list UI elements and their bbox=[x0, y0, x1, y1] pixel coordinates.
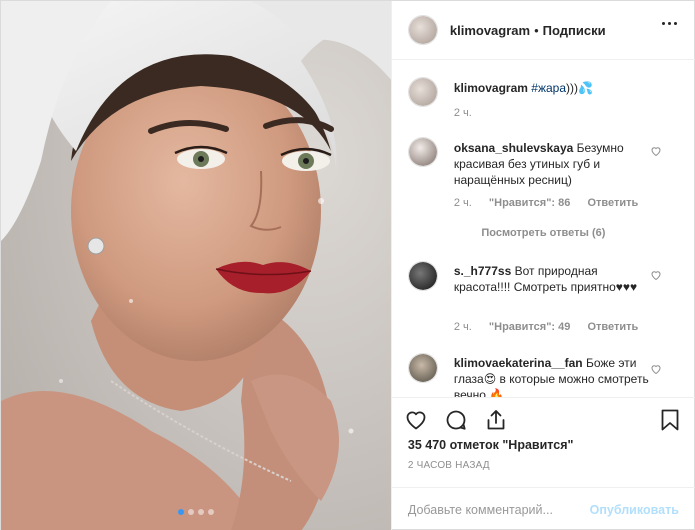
carousel-dot bbox=[197, 509, 204, 515]
header-separator: • bbox=[534, 22, 539, 38]
reply-button[interactable]: Ответить bbox=[587, 197, 638, 209]
comment-text: s._h777ss Вот природная красота!!!! Смот… bbox=[454, 263, 650, 295]
comment-username[interactable]: klimovaekaterina__fan bbox=[454, 356, 583, 370]
post-side-panel: klimovagram • Подписки klimovagram #жара… bbox=[390, 1, 695, 530]
comment-time[interactable]: 2 ч. bbox=[454, 321, 472, 333]
carousel-indicator bbox=[1, 509, 391, 515]
caption-meta: 2 ч. bbox=[454, 107, 486, 119]
heart-icon[interactable] bbox=[404, 408, 428, 432]
instagram-post: klimovagram • Подписки klimovagram #жара… bbox=[0, 0, 695, 530]
post-actions: 35 470 отметок "Нравится" 2 ЧАСОВ НАЗАД bbox=[391, 397, 695, 487]
caption-text: klimovagram #жара)))💦 bbox=[454, 80, 650, 96]
add-comment-bar: Добавьте комментарий... Опубликовать bbox=[391, 487, 695, 530]
post-timestamp[interactable]: 2 ЧАСОВ НАЗАД bbox=[408, 460, 490, 471]
caption-body: )))💦 bbox=[566, 81, 593, 95]
comment-username[interactable]: oksana_shulevskaya bbox=[454, 141, 573, 155]
comment-like-icon[interactable] bbox=[650, 269, 662, 281]
portrait-image bbox=[1, 1, 391, 530]
comment-text: klimovaekaterina__fan Боже эти глаза😍 в … bbox=[454, 355, 650, 397]
carousel-dot bbox=[187, 509, 194, 515]
caption-username[interactable]: klimovagram bbox=[454, 81, 528, 95]
comment-input[interactable]: Добавьте комментарий... bbox=[408, 503, 590, 517]
comment-text: oksana_shulevskaya Безумно красивая без … bbox=[454, 140, 650, 188]
reply-button[interactable]: Ответить bbox=[587, 321, 638, 333]
comment-icon[interactable] bbox=[444, 408, 468, 432]
bookmark-icon[interactable] bbox=[659, 408, 681, 432]
follow-status-button[interactable]: Подписки bbox=[543, 23, 606, 38]
more-options-icon[interactable] bbox=[661, 22, 677, 25]
carousel-dot-active bbox=[177, 509, 184, 515]
comment-meta: 2 ч. "Нравится": 49 Ответить bbox=[454, 321, 652, 333]
action-icons bbox=[404, 408, 508, 432]
caption-avatar[interactable] bbox=[407, 77, 438, 107]
comment-like-icon[interactable] bbox=[650, 363, 662, 375]
comment-likes[interactable]: "Нравится": 86 bbox=[489, 197, 570, 209]
carousel-dot bbox=[207, 509, 214, 515]
comments-list: klimovagram #жара)))💦 2 ч. oksana_shulev… bbox=[392, 61, 695, 397]
likes-count[interactable]: 35 470 отметок "Нравится" bbox=[408, 438, 574, 452]
view-replies-button[interactable]: Посмотреть ответы (6) bbox=[392, 227, 695, 239]
share-icon[interactable] bbox=[484, 408, 508, 432]
comment-avatar[interactable] bbox=[407, 353, 438, 383]
caption-time[interactable]: 2 ч. bbox=[454, 107, 472, 119]
comment-time[interactable]: 2 ч. bbox=[454, 197, 472, 209]
comment-username[interactable]: s._h777ss bbox=[454, 264, 511, 278]
post-header: klimovagram • Подписки bbox=[391, 1, 695, 60]
caption-hashtag[interactable]: #жара bbox=[531, 81, 566, 95]
author-avatar[interactable] bbox=[407, 15, 438, 45]
publish-button[interactable]: Опубликовать bbox=[590, 503, 679, 517]
comment-avatar[interactable] bbox=[407, 137, 438, 167]
comment-like-icon[interactable] bbox=[650, 145, 662, 157]
comment-meta: 2 ч. "Нравится": 86 Ответить bbox=[454, 197, 652, 209]
comment-avatar[interactable] bbox=[407, 261, 438, 291]
post-photo[interactable] bbox=[1, 1, 391, 530]
comment-likes[interactable]: "Нравится": 49 bbox=[489, 321, 570, 333]
author-username[interactable]: klimovagram bbox=[450, 23, 530, 38]
